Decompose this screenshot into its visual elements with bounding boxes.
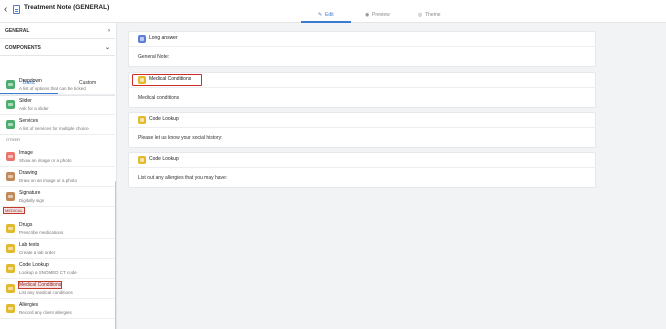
- field-type-label: Long answer: [149, 35, 178, 41]
- chevron-down-icon: ⌄: [104, 45, 110, 51]
- active-tab-indicator: [301, 21, 351, 23]
- component-description: Show an image or a photo: [19, 158, 72, 163]
- top-bar: ‹ Treatment Note (GENERAL) ✎ Edit ◉ Previe…: [0, 0, 666, 23]
- tab-edit-label: Edit: [325, 12, 334, 18]
- field-question: Medical conditions: [138, 95, 180, 101]
- tab-theme-label: Theme: [425, 12, 441, 18]
- divider: [129, 87, 595, 88]
- component-item-dropdown[interactable]: Dropdown A list of options that can be t…: [0, 75, 115, 95]
- search-icon: [138, 156, 146, 164]
- component-item-drugs[interactable]: Drugs Prescribe medications: [0, 219, 115, 239]
- category-other: OTHER: [6, 137, 20, 142]
- component-description: Prescribe medications: [19, 230, 64, 235]
- section-general[interactable]: GENERAL ›: [0, 23, 115, 39]
- signature-icon: [6, 192, 15, 201]
- document-icon: [13, 5, 20, 14]
- component-item-services[interactable]: Services A list of services for multiple…: [0, 115, 115, 135]
- clipboard-icon: [6, 284, 15, 293]
- component-item-medical-conditions[interactable]: Medical Conditions List any medical cond…: [0, 279, 115, 299]
- field-question: List out any allergies that you may have…: [138, 175, 228, 181]
- component-name: Drugs: [19, 222, 33, 228]
- pill-icon: [6, 224, 15, 233]
- tab-edit[interactable]: ✎ Edit: [318, 12, 334, 18]
- component-name: Medical Conditions: [17, 281, 63, 289]
- field-question: General Note:: [138, 54, 170, 60]
- component-item-lab-tests[interactable]: Lab tests Create a lab order: [0, 239, 115, 259]
- checkbox-icon: [6, 120, 15, 129]
- component-name: Code Lookup: [19, 262, 49, 268]
- pencil-icon: [6, 172, 15, 181]
- component-description: Record any client allergies: [19, 310, 72, 315]
- section-general-label: GENERAL: [5, 28, 30, 34]
- field-type-label: Medical Conditions: [149, 76, 192, 82]
- search-icon: [6, 264, 15, 273]
- scrollbar[interactable]: [115, 181, 116, 329]
- long-answer-icon: [138, 35, 146, 43]
- sidebar: GENERAL › COMPONENTS ⌄ Basic Custom Drop…: [0, 23, 117, 329]
- form-field-card[interactable]: Medical Conditions Medical conditions: [128, 72, 596, 108]
- component-description: A list of services for multiple choice: [19, 126, 89, 131]
- component-item-slider[interactable]: Slider Ask for a slider: [0, 95, 115, 115]
- page-title: Treatment Note (GENERAL): [24, 4, 110, 11]
- palette-icon: ◎: [418, 12, 423, 18]
- component-item-signature[interactable]: Signature Digitally sign: [0, 187, 115, 207]
- component-name: Image: [19, 150, 33, 156]
- form-field-card[interactable]: Code Lookup List out any allergies that …: [128, 152, 596, 188]
- component-description: List any medical conditions: [19, 290, 73, 295]
- chevron-right-icon: ›: [108, 28, 110, 34]
- category-medical: MEDICAL: [3, 207, 25, 214]
- component-name: Dropdown: [19, 78, 42, 84]
- component-name: Slider: [19, 98, 32, 104]
- section-components-label: COMPONENTS: [5, 45, 41, 51]
- component-name: Drawing: [19, 170, 38, 176]
- component-name: Allergies: [19, 302, 39, 308]
- slider-icon: [6, 100, 15, 109]
- component-name: Services: [19, 118, 39, 124]
- flask-icon: [6, 244, 15, 253]
- clipboard-icon: [138, 76, 146, 84]
- component-description: Digitally sign: [19, 198, 45, 203]
- eye-icon: ◉: [365, 12, 370, 18]
- field-type-label: Code Lookup: [149, 156, 179, 162]
- search-icon: [138, 116, 146, 124]
- component-item-drawing[interactable]: Drawing Draw on an image or a photo: [0, 167, 115, 187]
- section-components[interactable]: COMPONENTS ⌄: [0, 40, 115, 56]
- component-description: Create a lab order: [19, 250, 56, 255]
- component-item-allergies[interactable]: Allergies Record any client allergies: [0, 299, 115, 319]
- form-field-card[interactable]: Long answer General Note:: [128, 31, 596, 67]
- tab-preview[interactable]: ◉ Preview: [365, 12, 390, 18]
- divider: [129, 46, 595, 47]
- field-question: Please let us know your social history:: [138, 135, 223, 141]
- component-description: Draw on an image or a photo: [19, 178, 78, 183]
- allergy-icon: [6, 304, 15, 313]
- divider: [129, 127, 595, 128]
- tab-preview-label: Preview: [372, 12, 390, 18]
- component-description: Ask for a slider: [19, 106, 49, 111]
- tab-theme[interactable]: ◎ Theme: [418, 12, 441, 18]
- field-type-label: Code Lookup: [149, 116, 179, 122]
- component-name: Lab tests: [19, 242, 40, 248]
- component-name: Signature: [19, 190, 41, 196]
- checkbox-icon: [6, 80, 15, 89]
- pencil-icon: ✎: [318, 12, 323, 18]
- component-item-code-lookup[interactable]: Code Lookup Lookup a SNOMED CT code: [0, 259, 115, 279]
- component-description: A list of options that can be ticked: [19, 86, 86, 91]
- component-description: Lookup a SNOMED CT code: [19, 270, 77, 275]
- divider: [129, 167, 595, 168]
- component-item-image[interactable]: Image Show an image or a photo: [0, 147, 115, 167]
- form-field-card[interactable]: Code Lookup Please let us know your soci…: [128, 112, 596, 148]
- image-icon: [6, 152, 15, 161]
- back-arrow-icon[interactable]: ‹: [4, 4, 12, 16]
